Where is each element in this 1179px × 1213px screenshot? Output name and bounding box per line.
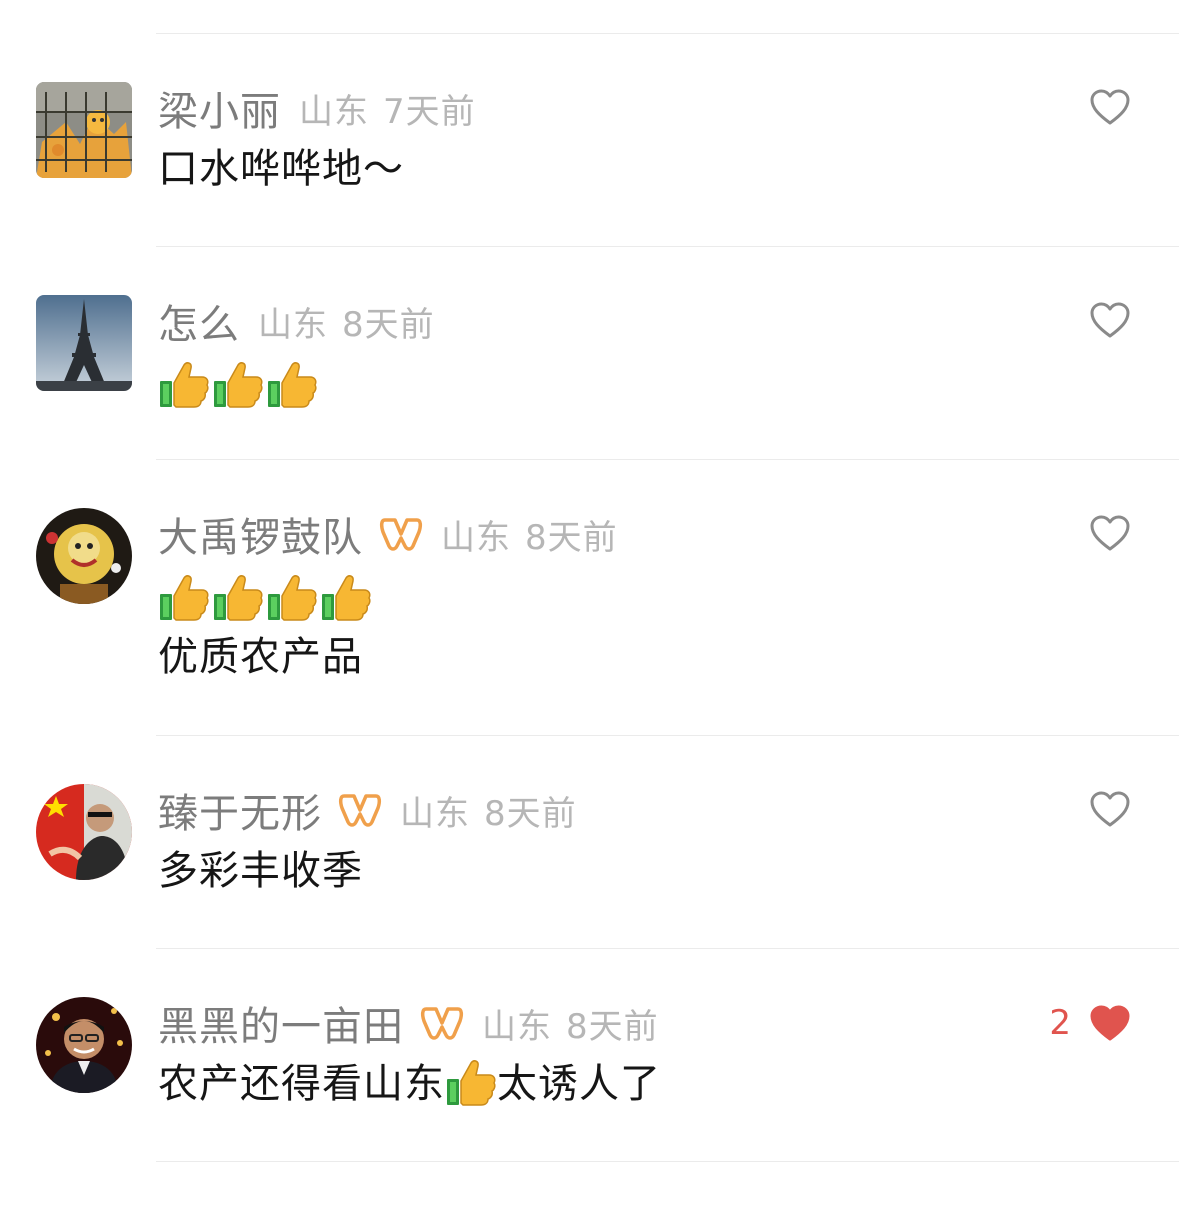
comment-text-part: 太诱人了 bbox=[497, 1061, 661, 1107]
thumbs-up-emoji-icon bbox=[158, 359, 210, 409]
divider bbox=[156, 1161, 1179, 1162]
like-button[interactable] bbox=[1089, 88, 1131, 126]
thumbs-up-emoji-icon bbox=[266, 572, 318, 622]
like-button[interactable] bbox=[1089, 790, 1131, 828]
avatar[interactable] bbox=[36, 508, 132, 604]
emoji-row bbox=[158, 359, 318, 409]
verified-badge-icon bbox=[420, 1005, 464, 1041]
comment-text-part: 农产还得看山东 bbox=[158, 1061, 445, 1107]
avatar[interactable] bbox=[36, 784, 132, 880]
like-count: 2 bbox=[1049, 1003, 1071, 1043]
location: 山东 bbox=[441, 517, 511, 558]
thumbs-up-emoji-icon bbox=[320, 572, 372, 622]
divider bbox=[156, 459, 1179, 460]
username[interactable]: 臻于无形 bbox=[158, 781, 322, 839]
username[interactable]: 梁小丽 bbox=[158, 79, 281, 137]
location: 山东 bbox=[258, 304, 328, 345]
comment-text bbox=[158, 351, 318, 413]
timestamp: 8天前 bbox=[342, 304, 435, 345]
verified-badge-icon bbox=[379, 516, 423, 552]
username[interactable]: 怎么 bbox=[158, 292, 240, 350]
thumbs-up-emoji-icon bbox=[212, 572, 264, 622]
heart-outline-icon bbox=[1089, 514, 1131, 552]
heart-outline-icon bbox=[1089, 790, 1131, 828]
comment-header: 黑黑的一亩田 山东 8天前 bbox=[158, 995, 659, 1051]
divider bbox=[156, 735, 1179, 736]
username[interactable]: 黑黑的一亩田 bbox=[158, 994, 404, 1052]
emoji-row bbox=[158, 572, 372, 622]
comment-text: 多彩丰收季 bbox=[158, 848, 363, 894]
username[interactable]: 大禹锣鼓队 bbox=[158, 505, 363, 563]
comment-text: 口水哗哗地～ bbox=[158, 146, 404, 192]
comment-header: 臻于无形 山东 8天前 bbox=[158, 782, 577, 838]
like-button[interactable] bbox=[1089, 514, 1131, 552]
avatar[interactable] bbox=[36, 997, 132, 1093]
timestamp: 8天前 bbox=[566, 1006, 659, 1047]
timestamp: 7天前 bbox=[383, 91, 476, 132]
like-button[interactable] bbox=[1089, 301, 1131, 339]
thumbs-up-emoji-icon bbox=[266, 359, 318, 409]
location: 山东 bbox=[400, 793, 470, 834]
verified-badge-icon bbox=[338, 792, 382, 828]
heart-filled-icon bbox=[1089, 1004, 1131, 1042]
timestamp: 8天前 bbox=[525, 517, 618, 558]
location: 山东 bbox=[482, 1006, 552, 1047]
like-button[interactable]: 2 bbox=[1049, 1003, 1131, 1043]
comment-text-line: 优质农产品 bbox=[158, 634, 363, 680]
comment-header: 大禹锣鼓队 山东 8天前 bbox=[158, 506, 618, 562]
divider bbox=[156, 246, 1179, 247]
comment-text: 优质农产品 bbox=[158, 564, 372, 688]
comment-header: 梁小丽 山东 7天前 bbox=[158, 80, 476, 136]
avatar[interactable] bbox=[36, 295, 132, 391]
heart-outline-icon bbox=[1089, 88, 1131, 126]
location: 山东 bbox=[299, 91, 369, 132]
divider bbox=[156, 33, 1179, 34]
timestamp: 8天前 bbox=[484, 793, 577, 834]
comment-header: 怎么 山东 8天前 bbox=[158, 293, 435, 349]
avatar[interactable] bbox=[36, 82, 132, 178]
heart-outline-icon bbox=[1089, 301, 1131, 339]
comment-text: 农产还得看山东 太诱人了 bbox=[158, 1053, 661, 1115]
thumbs-up-emoji-icon bbox=[445, 1057, 497, 1107]
thumbs-up-emoji-icon bbox=[158, 572, 210, 622]
thumbs-up-emoji-icon bbox=[212, 359, 264, 409]
divider bbox=[156, 948, 1179, 949]
